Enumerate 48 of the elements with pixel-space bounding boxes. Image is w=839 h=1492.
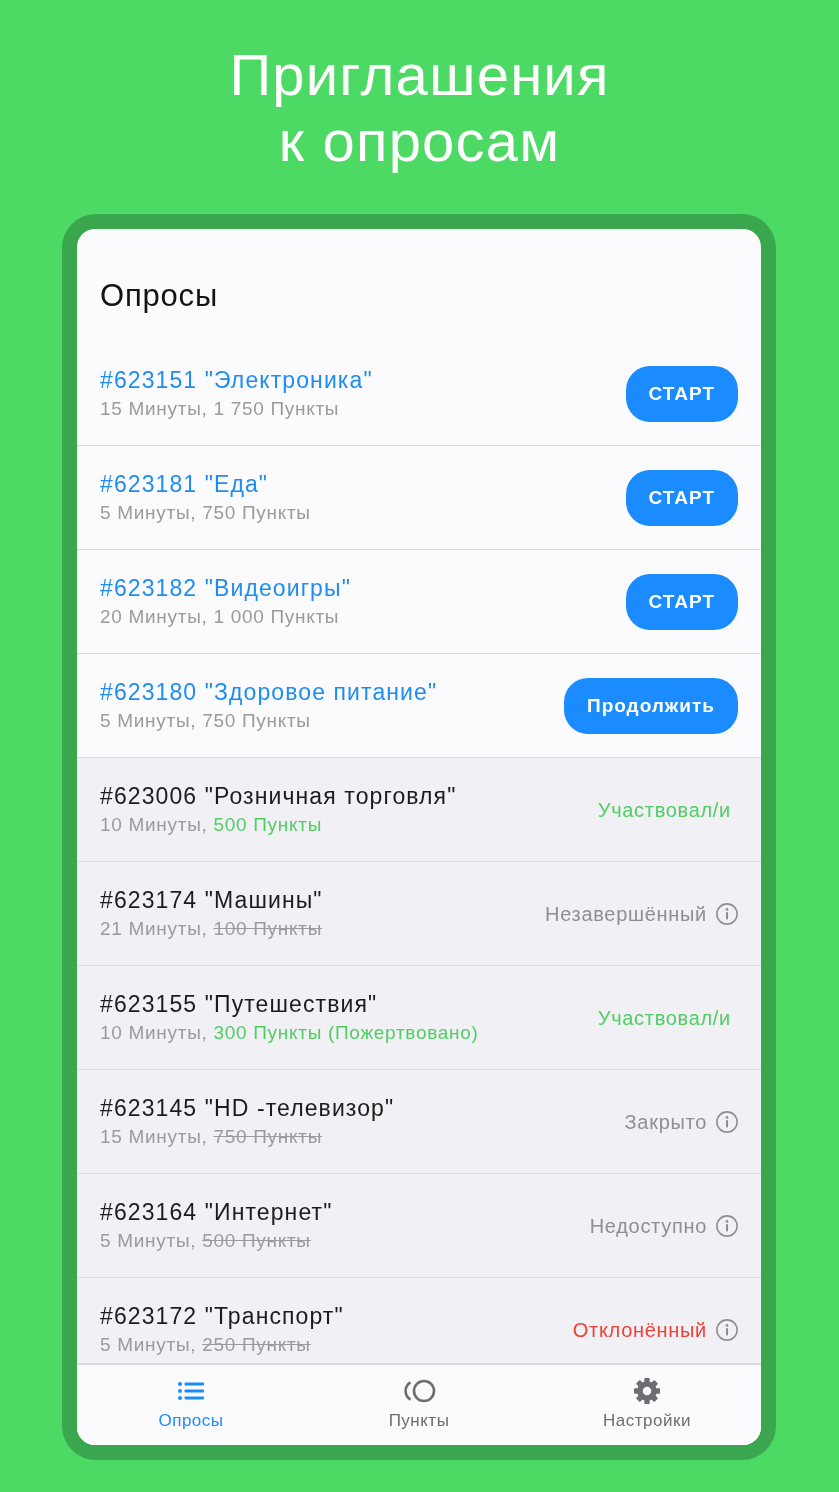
action-button[interactable]: СТАРТ	[625, 365, 738, 422]
survey-details: 10 Минуты, 500 Пункты	[100, 812, 322, 837]
survey-details: 20 Минуты, 1 000 Пункты	[100, 604, 340, 629]
status-label: Отклонённый	[572, 1317, 707, 1342]
survey-title: #623164 "Интернет"	[100, 1198, 333, 1226]
coins-icon	[402, 1378, 436, 1404]
survey-row[interactable]: #623006 "Розничная торговля" 10 Минуты, 500 Пункты Участвовал/и	[77, 758, 761, 862]
status-label: Участвовал/и	[597, 797, 731, 822]
info-icon[interactable]	[716, 1214, 738, 1237]
survey-title: #623151 "Электроника"	[100, 366, 373, 394]
info-icon[interactable]	[716, 902, 738, 925]
survey-row[interactable]: #623172 "Транспорт" 5 Минуты, 250 Пункты Отклонённый	[77, 1278, 761, 1364]
survey-title: #623174 "Машины"	[100, 886, 323, 914]
survey-row[interactable]: #623155 "Путешествия" 10 Минуты, 300 Пункты (Пожертвовано) Участвовал/и	[77, 966, 761, 1070]
tab-button[interactable]: Пункты	[382, 1372, 456, 1434]
status-label: Участвовал/и	[597, 1005, 731, 1030]
survey-details: 5 Минуты, 750 Пункты	[100, 708, 311, 733]
status-label: Закрыто	[624, 1109, 707, 1134]
survey-details: 15 Минуты, 1 750 Пункты	[100, 396, 340, 421]
action-button[interactable]: СТАРТ	[625, 573, 738, 630]
survey-details: 5 Минуты, 500 Пункты	[100, 1228, 311, 1253]
survey-title: #623172 "Транспорт"	[100, 1302, 344, 1330]
tab-button[interactable]: Настройки	[597, 1372, 697, 1434]
list-icon	[178, 1382, 204, 1400]
survey-title: #623155 "Путешествия"	[100, 990, 378, 1018]
survey-details: 21 Минуты, 100 Пункты	[100, 916, 322, 941]
page-heading: Приглашения к опросам	[229, 42, 610, 174]
action-button[interactable]: СТАРТ	[625, 469, 738, 526]
action-button[interactable]: Продолжить	[563, 677, 738, 734]
survey-row[interactable]: #623145 "HD -телевизор" 15 Минуты, 750 Пункты Закрыто	[77, 1070, 761, 1174]
info-icon[interactable]	[716, 1318, 738, 1341]
settings-icon	[633, 1377, 661, 1405]
survey-row[interactable]: #623174 "Машины" 21 Минуты, 100 Пункты Незавершённый	[77, 862, 761, 966]
survey-details: 5 Минуты, 750 Пункты	[100, 500, 311, 525]
survey-title: #623006 "Розничная торговля"	[100, 782, 457, 810]
survey-details: 5 Минуты, 250 Пункты	[100, 1332, 311, 1357]
survey-title: #623145 "HD -телевизор"	[100, 1094, 395, 1122]
status-label: Недоступно	[589, 1213, 707, 1238]
survey-title: #623181 "Еда"	[100, 470, 269, 498]
survey-title: #623182 "Видеоигры"	[100, 574, 351, 602]
survey-details: 15 Минуты, 750 Пункты	[100, 1124, 322, 1149]
screen-title: Опросы	[100, 278, 218, 314]
survey-row[interactable]: #623164 "Интернет" 5 Минуты, 500 Пункты Недоступно	[77, 1174, 761, 1278]
info-icon[interactable]	[716, 1110, 738, 1133]
survey-title: #623180 "Здоровое питание"	[100, 678, 438, 706]
tab-button[interactable]: Опросы	[152, 1372, 230, 1434]
status-label: Незавершённый	[545, 901, 707, 926]
survey-details: 10 Минуты, 300 Пункты (Пожертвовано)	[100, 1020, 479, 1045]
